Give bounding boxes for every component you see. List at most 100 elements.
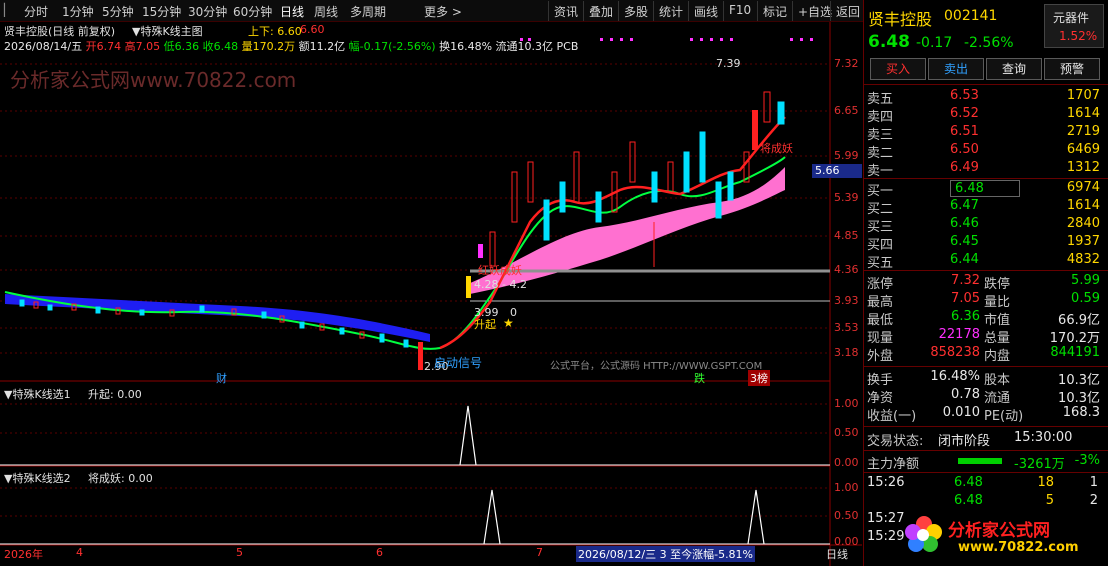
range-label: 4.28 - 4.2	[474, 278, 527, 291]
stat-row: 外盘 858238 内盘 844191	[867, 345, 1100, 364]
bid-label: 买五	[867, 256, 894, 271]
price-marker: 5.66	[812, 164, 862, 178]
tab-60min[interactable]: 60分钟	[233, 3, 272, 20]
tab-5min[interactable]: 5分钟	[102, 3, 134, 20]
toolbar-left-icon[interactable]: ▏	[4, 3, 13, 17]
logo-url: www.70822.com	[958, 540, 1079, 555]
time-axis-year: 2026年	[4, 548, 43, 561]
start-signal-label: 启动信号	[434, 356, 483, 370]
bid-label: 买三	[867, 220, 894, 235]
bid-volume: 1937	[1066, 234, 1100, 249]
ohlc-low: 低6.36	[163, 40, 200, 53]
bid-label: 买四	[867, 238, 894, 253]
bid-price: 6.48	[950, 180, 1020, 197]
ask-row-5[interactable]: 卖五 6.53 1707	[864, 88, 1108, 107]
sub2-label: 将成妖: 0.00	[88, 472, 153, 485]
ask-price: 6.53	[950, 88, 979, 103]
time-axis-month: 4	[76, 546, 83, 559]
up-down-label: 上下: 6.60	[248, 25, 302, 38]
ask-price: 6.49	[950, 160, 979, 175]
price-change-pct: -2.56%	[964, 35, 1014, 51]
buy-button[interactable]: 买入	[870, 58, 926, 80]
tag-bang: 3榜	[748, 370, 770, 386]
time-axis-info: 2026/08/12/三 3 至今涨幅-5.81%	[576, 546, 756, 562]
toolbar-stats-button[interactable]: 统计	[653, 1, 688, 21]
toolbar-mark-button[interactable]: 标记	[757, 1, 792, 21]
flower-icon	[905, 516, 942, 552]
toolbar-draw-button[interactable]: 画线	[688, 1, 723, 21]
tab-more[interactable]: 更多 >	[424, 3, 462, 20]
tab-fenshi[interactable]: 分时	[24, 3, 48, 20]
ask-row-1[interactable]: 卖一 6.49 1312	[864, 160, 1108, 179]
price-change: -0.17	[916, 35, 953, 51]
logo-text: 分析家公式网	[948, 521, 1050, 541]
ohlc-open: 开6.74	[85, 40, 122, 53]
ohlc-close: 收6.48	[202, 40, 239, 53]
sector-box[interactable]: 元器件 1.52%	[1044, 4, 1104, 48]
y-tick: 7.32	[834, 57, 859, 70]
y-tick: 5.99	[834, 149, 859, 162]
bid-volume: 6974	[1066, 180, 1100, 195]
stat-row: 净资 0.78 流通 10.3亿	[867, 387, 1100, 406]
bid-label: 买一	[867, 184, 894, 199]
tab-30min[interactable]: 30分钟	[188, 3, 227, 20]
sub1-title[interactable]: ▼特殊K线选1	[4, 386, 71, 402]
ask-price: 6.50	[950, 142, 979, 157]
toolbar-back-button[interactable]: 返回	[830, 1, 865, 21]
sector-tag: 元器件	[1053, 11, 1090, 25]
trade-status-row: 交易状态: 闭市阶段 15:30:00	[867, 430, 1073, 449]
sell-button[interactable]: 卖出	[928, 58, 984, 80]
tab-multi-period[interactable]: 多周期	[350, 3, 386, 20]
y-tick: 4.36	[834, 263, 859, 276]
up-down-value: 6.60	[300, 23, 325, 36]
bid-row-3[interactable]: 买三 6.46 2840	[864, 216, 1108, 235]
stat-row: 涨停 7.32 跌停 5.99	[867, 273, 1100, 292]
ask-label: 卖二	[867, 146, 894, 161]
toolbar-f10-button[interactable]: F10	[723, 1, 756, 21]
alert-button[interactable]: 预警	[1044, 58, 1100, 80]
sub2-tick: 1.00	[834, 481, 859, 494]
y-tick: 3.18	[834, 346, 859, 359]
toolbar-multistock-button[interactable]: 多股	[618, 1, 653, 21]
tab-1min[interactable]: 1分钟	[62, 3, 94, 20]
kline-chart-area[interactable]: ★ 贤丰控股(日线 前复权) ▼特殊K线主图 上下: 6.60 6.60 202…	[0, 22, 862, 566]
ask-volume: 2719	[1066, 124, 1100, 139]
tab-daily[interactable]: 日线	[280, 3, 304, 20]
ask-volume: 6469	[1066, 142, 1100, 157]
stat-row: 收益(一) 0.010 PE(动) 168.3	[867, 405, 1100, 424]
range-label-2: 3.99	[474, 306, 499, 319]
sub1-tick: 1.00	[834, 397, 859, 410]
tab-15min[interactable]: 15分钟	[142, 3, 181, 20]
watermark: 分析家公式网www.70822.com	[10, 68, 297, 92]
ask-label: 卖五	[867, 92, 894, 107]
indicator-name[interactable]: ▼特殊K线主图	[132, 23, 203, 39]
high-label: 7.39	[716, 57, 741, 70]
bid-row-4[interactable]: 买四 6.45 1937	[864, 234, 1108, 253]
bid-row-5[interactable]: 买五 6.44 4832	[864, 252, 1108, 271]
query-button[interactable]: 查询	[986, 58, 1042, 80]
stat-row: 最低 6.36 市值 66.9亿	[867, 309, 1100, 328]
toolbar-news-button[interactable]: 资讯	[548, 1, 583, 21]
ask-row-3[interactable]: 卖三 6.51 2719	[864, 124, 1108, 143]
y-tick: 5.39	[834, 191, 859, 204]
sector-pct: 1.52%	[1059, 29, 1098, 43]
bid-row-1[interactable]: 买一 6.48 6974	[864, 180, 1108, 199]
bid-row-2[interactable]: 买二 6.47 1614	[864, 198, 1108, 217]
ask-row-2[interactable]: 卖二 6.50 6469	[864, 142, 1108, 161]
will-demon-label: 将成妖	[760, 142, 793, 155]
ohlc-turnover: 换16.48%	[439, 40, 493, 53]
ask-row-4[interactable]: 卖四 6.52 1614	[864, 106, 1108, 125]
time-axis-month: 7	[536, 546, 543, 559]
sub2-title[interactable]: ▼特殊K线选2	[4, 470, 71, 486]
bid-volume: 2840	[1066, 216, 1100, 231]
tag-cai: 财	[216, 372, 227, 385]
tick-row: 15:26 6.48 18 1	[867, 475, 1098, 490]
toolbar-overlay-button[interactable]: 叠加	[583, 1, 618, 21]
y-tick: 3.53	[834, 321, 859, 334]
main-flow-row[interactable]: 主力净额 -3261万 -3%	[864, 453, 1108, 472]
period-label[interactable]: 日线	[826, 546, 848, 562]
tab-weekly[interactable]: 周线	[314, 3, 338, 20]
site-logo: 分析家公式网 www.70822.com	[904, 506, 1104, 562]
stock-code: 002141	[944, 8, 998, 24]
time-axis-month: 6	[376, 546, 383, 559]
